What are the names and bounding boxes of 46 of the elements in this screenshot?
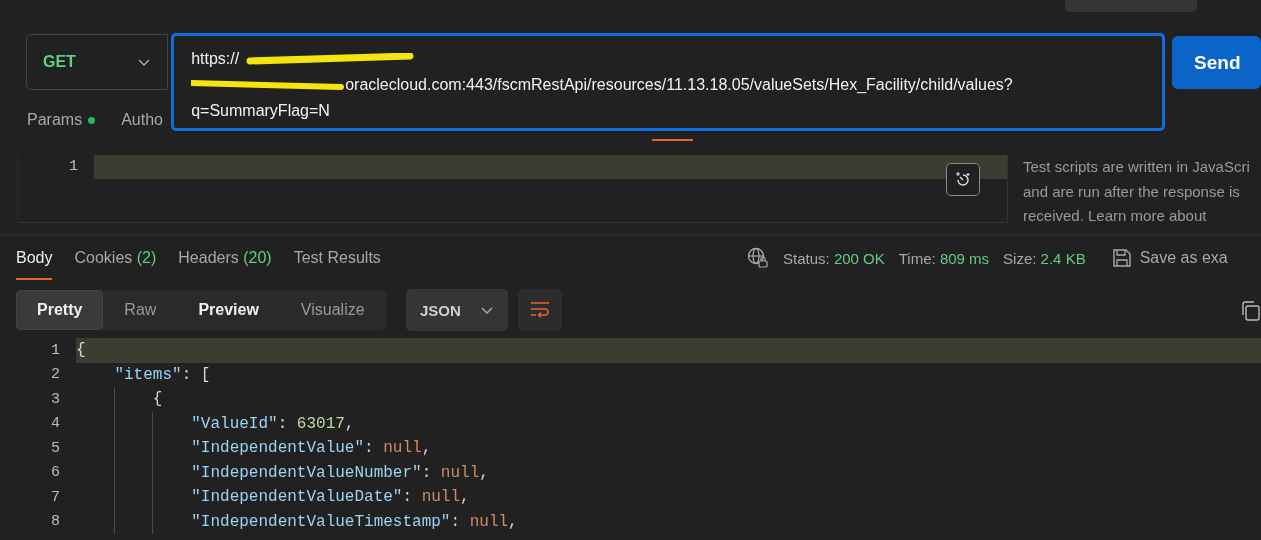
view-mode-tab[interactable]: Pretty bbox=[16, 290, 104, 330]
view-mode-tab[interactable]: Raw bbox=[103, 290, 178, 330]
help-text: Test scripts are written in JavaScri bbox=[1023, 157, 1251, 177]
code-line: "IndependentValueNumber": null, bbox=[190, 463, 489, 482]
response-meta: Status: 200 OK bbox=[783, 249, 885, 267]
response-tab[interactable]: Headers (20) bbox=[178, 236, 272, 280]
line-number: 7 bbox=[50, 488, 61, 506]
copy-icon[interactable] bbox=[1240, 300, 1261, 322]
line-number: 8 bbox=[50, 513, 61, 531]
code-line: { bbox=[151, 390, 163, 408]
line-number: 5 bbox=[50, 439, 61, 457]
help-text: and are run after the response is bbox=[1023, 181, 1241, 202]
globe-lock-icon bbox=[747, 247, 769, 269]
line-number: 1 bbox=[68, 157, 79, 177]
code-line: "items": [ bbox=[113, 365, 211, 384]
line-number: 2 bbox=[50, 366, 61, 384]
chevron-down-icon bbox=[480, 305, 494, 315]
code-line: "ValueId": 63017, bbox=[190, 414, 355, 433]
code-line: { bbox=[76, 341, 86, 359]
code-line: "IndependentValueDate": null, bbox=[190, 488, 470, 506]
line-number: 4 bbox=[50, 415, 61, 433]
response-tab[interactable]: Body bbox=[16, 236, 53, 280]
active-tab-indicator bbox=[652, 139, 693, 141]
format-select[interactable]: JSON bbox=[406, 289, 508, 331]
script-editor[interactable]: 1 bbox=[17, 155, 1008, 223]
code-line: "IndependentValue": null, bbox=[190, 439, 432, 457]
line-number: 6 bbox=[50, 464, 61, 482]
response-meta: Size: 2.4 KB bbox=[1003, 249, 1086, 267]
method-select[interactable]: GET bbox=[26, 34, 169, 90]
view-mode-tab[interactable]: Preview bbox=[177, 290, 280, 330]
view-mode-tab[interactable]: Visualize bbox=[279, 290, 386, 330]
save-example-button[interactable]: Save as exa bbox=[1111, 248, 1228, 268]
response-tab[interactable]: Cookies (2) bbox=[74, 236, 157, 280]
wrap-lines-icon[interactable] bbox=[518, 289, 562, 331]
code-line: "IndependentValueTimestamp": null, bbox=[190, 512, 518, 531]
response-tab[interactable]: Test Results bbox=[293, 236, 381, 280]
response-meta: Time: 809 ms bbox=[898, 249, 990, 267]
help-text: received. Learn more about bbox=[1023, 206, 1208, 223]
request-tab[interactable]: Autho bbox=[121, 111, 163, 129]
magic-wand-icon[interactable] bbox=[946, 163, 980, 196]
send-button[interactable]: Send bbox=[1172, 36, 1261, 89]
chevron-down-icon bbox=[137, 57, 152, 67]
request-tab[interactable]: Params bbox=[27, 111, 96, 129]
url-field[interactable]: https:// oraclecloud.com:443/fscmRestApi/resources/11.13.18.05/valueSets/Hex_Facility/child/values? q=SummaryFlag=N bbox=[171, 33, 1166, 131]
line-number: 3 bbox=[50, 390, 61, 408]
line-number: 1 bbox=[50, 341, 61, 359]
